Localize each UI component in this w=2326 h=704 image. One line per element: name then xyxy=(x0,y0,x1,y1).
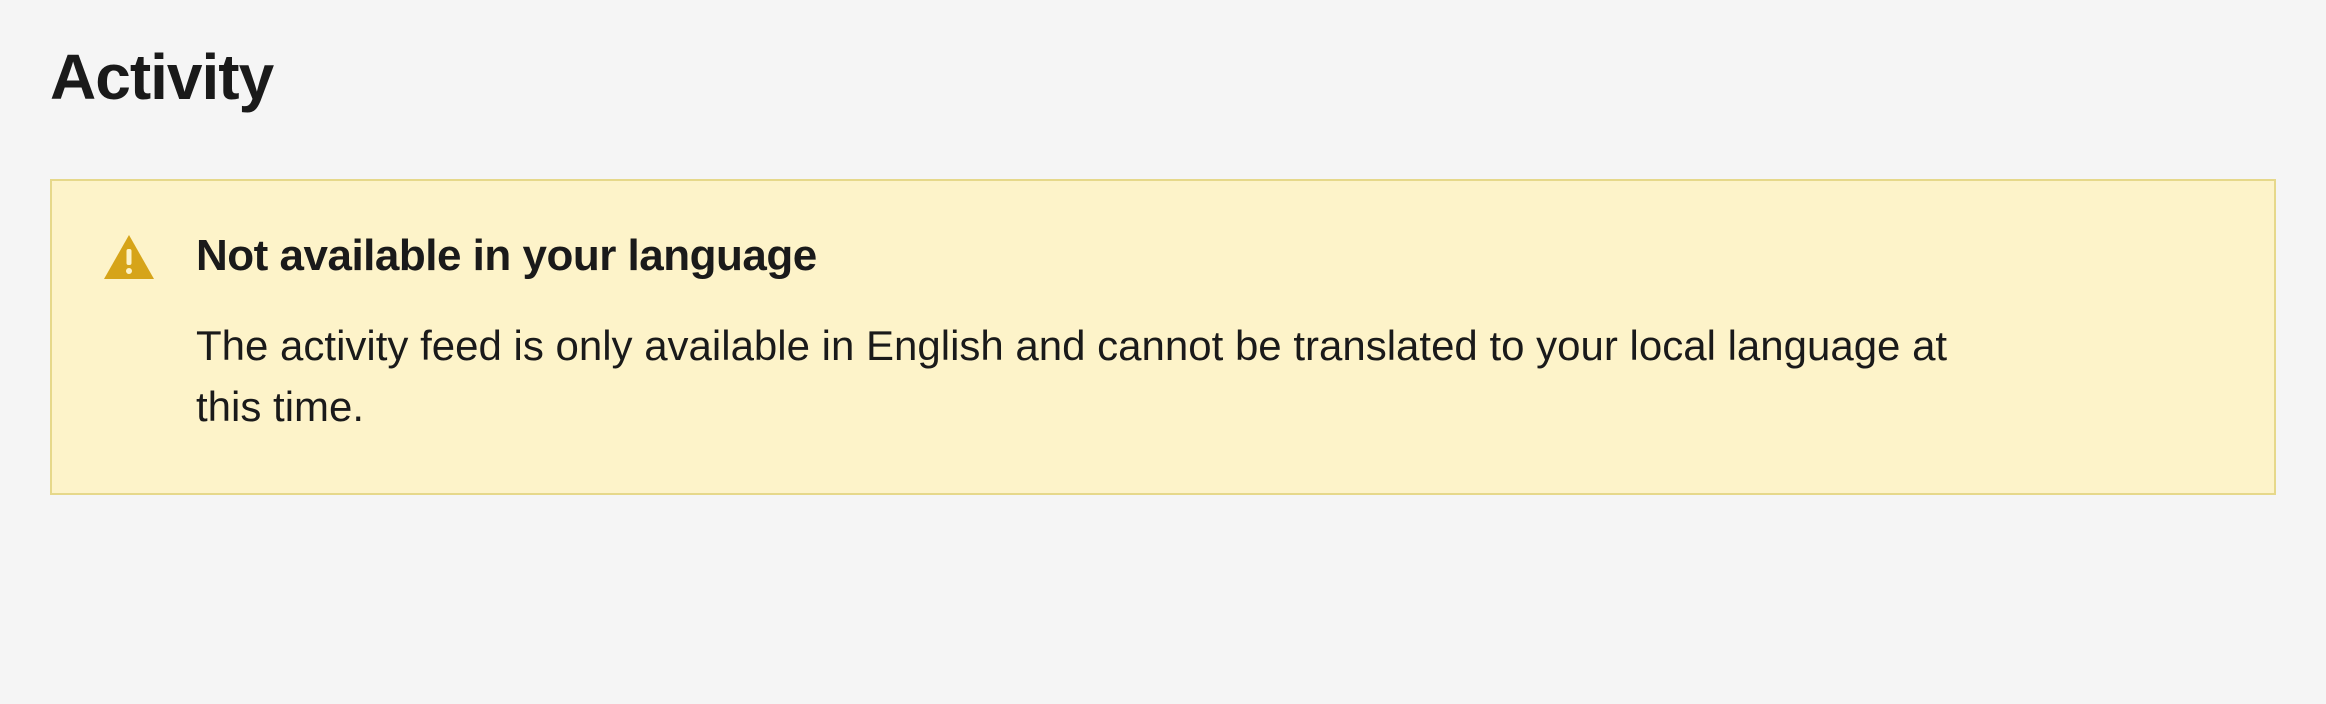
notice-message: The activity feed is only available in E… xyxy=(196,316,2016,438)
notice-content: Not available in your language The activ… xyxy=(196,231,2224,438)
notice-title: Not available in your language xyxy=(196,231,2224,281)
language-notice: Not available in your language The activ… xyxy=(50,179,2276,495)
page-title: Activity xyxy=(50,40,2276,114)
warning-triangle-icon xyxy=(102,233,156,281)
